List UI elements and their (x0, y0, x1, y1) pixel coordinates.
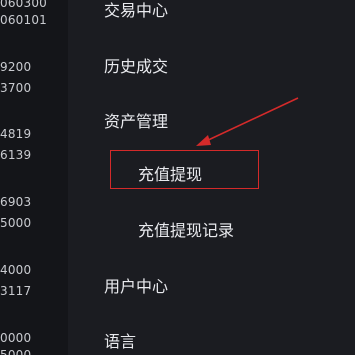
menu-item-language[interactable]: 语言 (104, 328, 136, 352)
ticker-value: 3700 (0, 81, 32, 95)
menu-item-user-center[interactable]: 用户中心 (104, 273, 168, 297)
ticker-value: 4000 (0, 263, 32, 277)
ticker-value: 060300 (0, 0, 48, 10)
menu-item-trading-center[interactable]: 交易中心 (104, 0, 168, 21)
price-ticker-column: 060300 060101 9200 3700 4819 6139 6903 5… (0, 0, 68, 355)
ticker-value: 060101 (0, 13, 48, 27)
menu-item-trade-history[interactable]: 历史成交 (104, 53, 168, 77)
ticker-value: 9200 (0, 60, 32, 74)
ticker-value: 4819 (0, 127, 32, 141)
ticker-value: 0000 (0, 331, 32, 345)
app-screen: 060300 060101 9200 3700 4819 6139 6903 5… (0, 0, 355, 355)
submenu-item-deposit-withdraw-records[interactable]: 充值提现记录 (138, 217, 234, 241)
ticker-value: 5000 (0, 348, 32, 355)
ticker-value: 6139 (0, 148, 32, 162)
ticker-value: 3117 (0, 284, 32, 298)
ticker-value: 5000 (0, 216, 32, 230)
submenu-item-deposit-withdraw[interactable]: 充值提现 (138, 161, 202, 185)
menu-item-asset-management[interactable]: 资产管理 (104, 108, 168, 132)
ticker-value: 6903 (0, 195, 32, 209)
